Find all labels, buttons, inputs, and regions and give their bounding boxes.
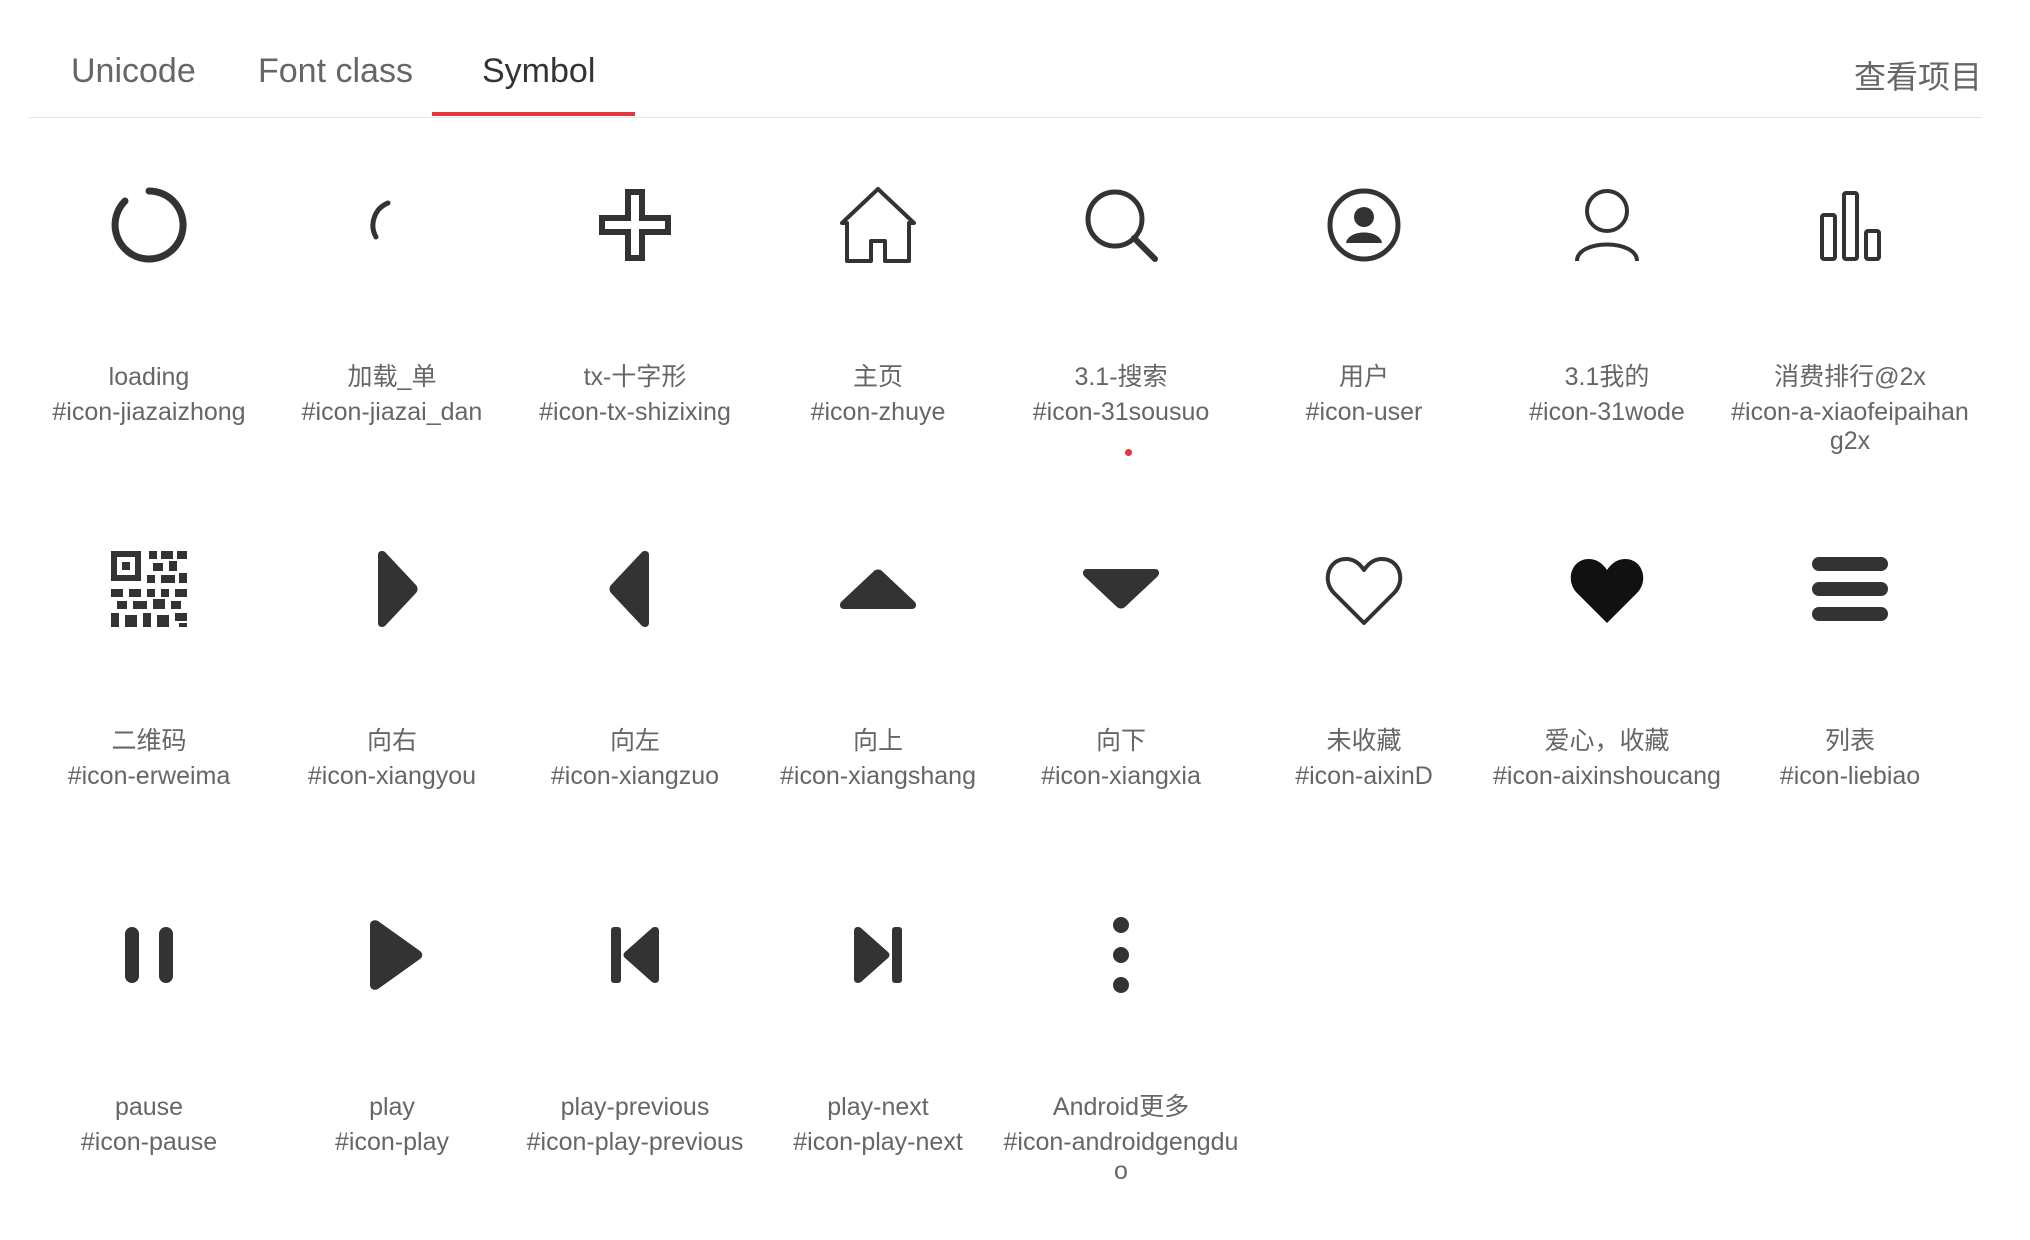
loading-icon (111, 187, 187, 263)
icon-code: #icon-a-xiaofeipaihang2x (1731, 398, 1969, 455)
tab-font-class[interactable]: Font class (258, 52, 413, 91)
icon-name: tx-十字形 (583, 363, 687, 391)
icon-name: 用户 (1338, 363, 1389, 391)
active-tab-indicator (432, 112, 635, 116)
play-next-icon (854, 927, 902, 983)
icon-code: #icon-xiangyou (307, 762, 477, 790)
arrow-up-icon (840, 569, 916, 609)
icon-code: #icon-androidgengduo (1003, 1128, 1239, 1185)
icon-name: 列表 (1824, 727, 1875, 755)
view-project-link[interactable]: 查看项目 (1854, 52, 1982, 98)
icon-code: #icon-xiangzuo (550, 762, 720, 790)
icon-name: pause (114, 1093, 184, 1121)
icon-name: 加载_单 (347, 363, 437, 391)
icon-name: 消费排行@2x (1774, 363, 1926, 391)
icon-name: 爱心，收藏 (1544, 727, 1670, 755)
icon-code: #icon-31wode (1529, 398, 1685, 426)
loading-single-icon (370, 200, 391, 240)
search-icon (1085, 189, 1158, 262)
icon-code: #icon-31sousuo (1032, 398, 1210, 426)
icon-code: #icon-jiazaizhong (52, 398, 246, 426)
icon-name: 主页 (852, 363, 903, 391)
icon-name: 3.1-搜索 (1074, 363, 1168, 391)
icon-code: #icon-tx-shizixing (539, 398, 731, 426)
user-circle-icon (1327, 188, 1401, 262)
icon-code: #icon-play-previous (526, 1128, 744, 1156)
red-dot-marker (1125, 449, 1132, 456)
icon-code: #icon-pause (80, 1128, 218, 1156)
tab-unicode[interactable]: Unicode (71, 52, 196, 91)
play-previous-icon (611, 927, 659, 983)
icon-code: #icon-xiangshang (780, 762, 976, 790)
icon-name: 向上 (852, 727, 903, 755)
icon-code: #icon-aixinshoucang (1493, 762, 1721, 790)
icon-code: #icon-play-next (793, 1128, 963, 1156)
icon-name: Android更多 (1052, 1093, 1190, 1121)
icon-name: 未收藏 (1326, 727, 1402, 755)
arrow-down-icon (1083, 569, 1159, 609)
icon-name: 向右 (366, 727, 417, 755)
icon-name: play-previous (560, 1093, 710, 1121)
icon-code: #icon-aixinD (1295, 762, 1433, 790)
icon-code: #icon-jiazai_dan (301, 398, 483, 426)
arrow-right-icon (378, 551, 418, 627)
icon-code: #icon-liebiao (1779, 762, 1921, 790)
icon-code: #icon-erweima (67, 762, 231, 790)
icon-code: #icon-play (335, 1128, 449, 1156)
icon-name: loading (108, 363, 190, 391)
user-icon (1575, 189, 1639, 262)
icon-code: #icon-zhuye (810, 398, 946, 426)
icon-name: play (369, 1093, 415, 1121)
tab-symbol[interactable]: Symbol (482, 52, 595, 91)
qrcode-icon (111, 551, 187, 627)
play-icon (370, 920, 423, 990)
heart-outline-icon (1325, 557, 1403, 625)
icon-code: #icon-xiangxia (1041, 762, 1201, 790)
bar-chart-icon (1820, 191, 1881, 261)
icon-name: 向左 (609, 727, 660, 755)
icon-name: 二维码 (111, 727, 187, 755)
cross-icon (599, 189, 671, 261)
tab-bar: Unicode Font class Symbol 查看项目 (29, 0, 1982, 118)
icon-code: #icon-user (1305, 398, 1423, 426)
icon-name: 向下 (1095, 727, 1146, 755)
heart-filled-icon (1570, 559, 1644, 623)
pause-icon (125, 927, 173, 983)
icon-name: 3.1我的 (1564, 363, 1650, 391)
more-vertical-icon (1113, 917, 1129, 993)
arrow-left-icon (609, 551, 649, 627)
list-icon (1812, 557, 1888, 621)
home-icon (840, 187, 916, 263)
icon-name: play-next (827, 1093, 929, 1121)
